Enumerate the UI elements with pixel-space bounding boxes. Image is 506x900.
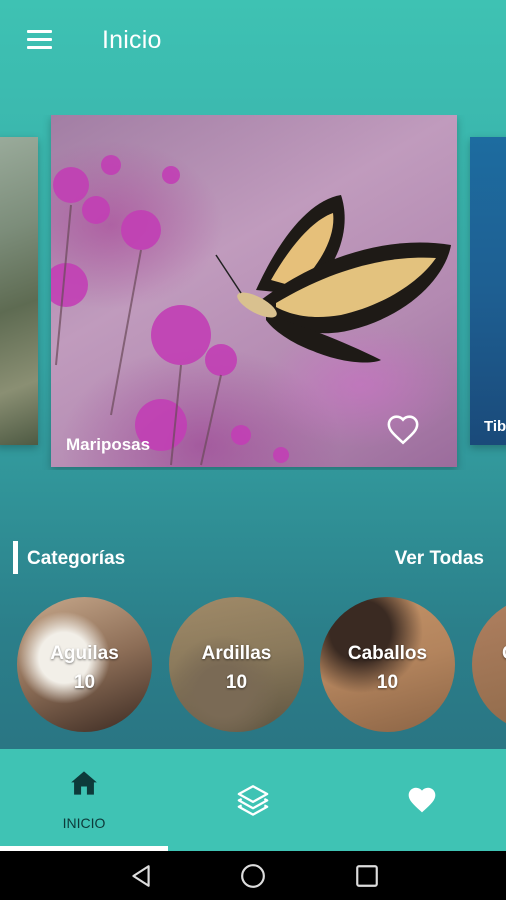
categories-header: Categorías Ver Todas xyxy=(0,538,506,578)
home-icon xyxy=(71,771,97,795)
category-name: Ardillas xyxy=(201,643,272,664)
system-navigation-bar xyxy=(0,851,506,900)
category-count: 10 xyxy=(376,672,399,693)
home-circle-icon[interactable] xyxy=(240,863,266,889)
category-count: 10 xyxy=(73,672,96,693)
hamburger-menu-icon[interactable] xyxy=(18,22,58,58)
category-name: Aguilas xyxy=(50,643,119,664)
carousel-card-label: Tib xyxy=(484,418,506,435)
section-accent-bar xyxy=(13,541,18,574)
recents-icon[interactable] xyxy=(354,863,380,889)
categories-list[interactable]: Aguilas 10 Ardillas 10 Caballos 10 C xyxy=(0,597,506,737)
category-count: 10 xyxy=(225,672,248,693)
nav-item-favorites[interactable] xyxy=(338,749,506,851)
see-all-button[interactable]: Ver Todas xyxy=(395,548,484,570)
heart-outline-icon[interactable] xyxy=(385,413,421,447)
category-aguilas[interactable]: Aguilas 10 xyxy=(17,597,152,732)
carousel-card-previous[interactable] xyxy=(0,137,38,445)
back-icon[interactable] xyxy=(128,863,154,889)
heart-icon xyxy=(408,787,436,813)
bottom-navigation: INICIO xyxy=(0,749,506,851)
category-caballos[interactable]: Caballos 10 xyxy=(320,597,455,732)
carousel-card-label: Mariposas xyxy=(66,435,151,454)
section-title: Categorías xyxy=(27,548,126,569)
layers-icon xyxy=(237,785,269,816)
featured-carousel[interactable]: Mariposas Tib xyxy=(0,115,506,470)
nav-item-inicio[interactable]: INICIO xyxy=(0,749,168,851)
app-bar: Inicio xyxy=(0,0,506,84)
category-ardillas[interactable]: Ardillas 10 xyxy=(169,597,304,732)
carousel-card-next[interactable]: Tib xyxy=(470,137,506,445)
page-title: Inicio xyxy=(102,26,162,54)
nav-item-categories[interactable] xyxy=(169,749,337,851)
carousel-card-mariposas[interactable]: Mariposas xyxy=(51,115,457,467)
nav-label: INICIO xyxy=(62,815,106,831)
category-name: C xyxy=(472,643,506,665)
category-name: Caballos xyxy=(347,643,428,664)
category-partial[interactable]: C xyxy=(472,597,506,732)
